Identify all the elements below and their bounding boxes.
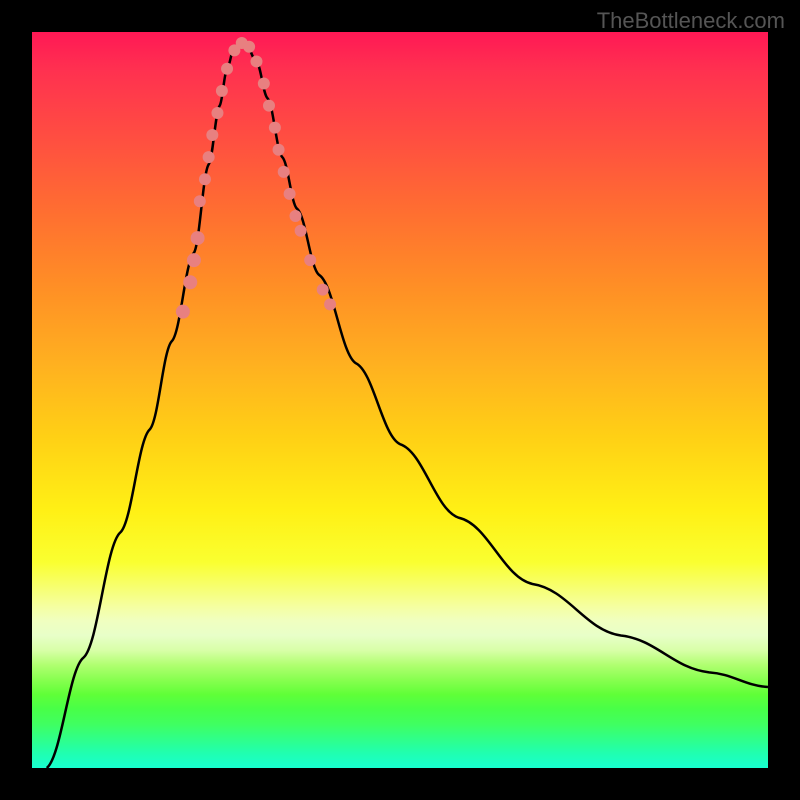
data-point	[284, 188, 296, 200]
data-point	[243, 41, 255, 53]
data-point	[183, 275, 197, 289]
data-point	[194, 195, 206, 207]
bottleneck-curve	[47, 43, 768, 768]
plot-area	[32, 32, 768, 768]
data-point	[199, 173, 211, 185]
data-point	[278, 166, 290, 178]
data-point	[258, 78, 270, 90]
data-point	[273, 144, 285, 156]
data-point	[221, 63, 233, 75]
data-point	[206, 129, 218, 141]
data-points	[176, 37, 336, 319]
data-point	[304, 254, 316, 266]
data-point	[295, 225, 307, 237]
data-point	[317, 284, 329, 296]
data-point	[289, 210, 301, 222]
data-point	[269, 122, 281, 134]
data-point	[187, 253, 201, 267]
data-point	[250, 55, 262, 67]
chart-container	[0, 0, 800, 800]
curve-svg	[32, 32, 768, 768]
data-point	[203, 151, 215, 163]
watermark-text: TheBottleneck.com	[597, 8, 785, 34]
data-point	[211, 107, 223, 119]
data-point	[216, 85, 228, 97]
data-point	[324, 298, 336, 310]
data-point	[176, 305, 190, 319]
data-point	[191, 231, 205, 245]
data-point	[263, 100, 275, 112]
